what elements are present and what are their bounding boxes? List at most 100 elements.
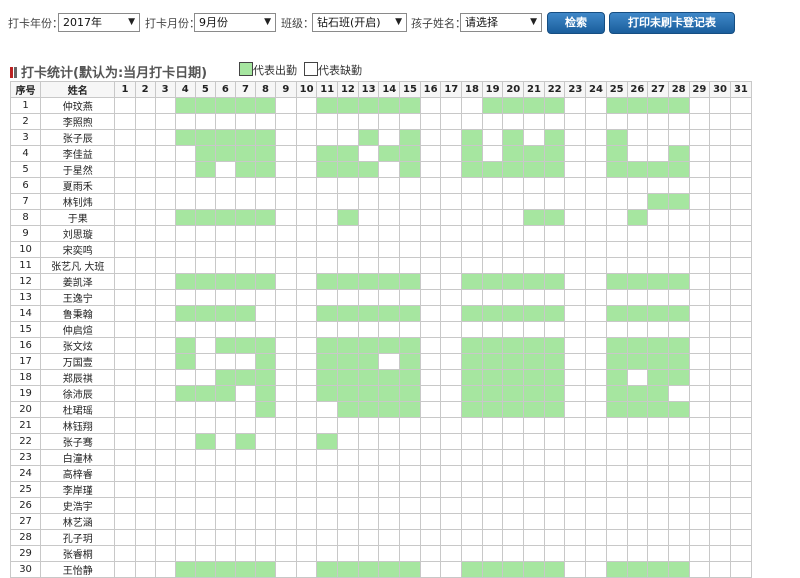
attendance-cell-absent [399,241,421,258]
attendance-cell-present [667,561,690,578]
attendance-cell-absent [357,545,380,562]
attendance-cell-absent [481,497,504,514]
attendance-cell-present [174,273,196,290]
attendance-cell-absent [729,449,753,466]
attendance-cell-absent [461,497,483,514]
attendance-cell-absent [275,481,297,498]
year-select[interactable]: 2017年 ▼ [58,13,140,32]
attendance-cell-absent [419,433,442,450]
attendance-cell-absent [626,433,649,450]
attendance-cell-absent [295,177,318,194]
class-select[interactable]: 钻石班(开启) ▼ [312,13,407,32]
attendance-cell-absent [502,481,525,498]
attendance-cell-absent [605,225,628,242]
chevron-down-icon: ▼ [264,17,271,27]
attendance-cell-present [626,385,649,402]
attendance-cell-absent [709,433,731,450]
attendance-cell-absent [481,433,504,450]
attendance-cell-absent [626,193,649,210]
attendance-cell-absent [564,129,587,146]
attendance-cell-absent [647,417,669,434]
attendance-cell-absent [295,225,318,242]
attendance-cell-present [667,337,690,354]
attendance-cell-absent [254,177,277,194]
attendance-cell-present [234,145,257,162]
row-number: 24 [9,465,42,482]
attendance-cell-absent [295,353,318,370]
attendance-cell-present [502,145,525,162]
col-header-no: 序号 [9,81,42,98]
attendance-cell-absent [523,257,545,274]
attendance-cell-absent [605,449,628,466]
attendance-cell-present [605,385,628,402]
attendance-cell-absent [378,481,401,498]
attendance-cell-absent [626,513,649,530]
attendance-cell-present [647,369,669,386]
table-row: 5 于星然 [9,161,753,178]
attendance-cell-absent [194,465,216,482]
search-button[interactable]: 检索 [547,12,605,34]
print-unswiped-button[interactable]: 打印未刷卡登记表 [609,12,735,34]
attendance-cell-present [461,129,483,146]
month-select[interactable]: 9月份 ▼ [194,13,276,32]
row-number: 30 [9,561,42,578]
attendance-cell-absent [214,401,236,418]
attendance-cell-absent [254,433,277,450]
attendance-cell-absent [214,481,236,498]
attendance-cell-absent [234,401,257,418]
attendance-cell-absent [316,497,339,514]
attendance-cell-absent [114,161,136,178]
attendance-cell-present [254,353,277,370]
attendance-cell-absent [585,161,607,178]
attendance-cell-present [626,161,649,178]
legend-present: 代表出勤 [239,62,297,78]
attendance-cell-absent [194,321,216,338]
attendance-cell-absent [254,289,277,306]
attendance-cell-absent [114,241,136,258]
attendance-cell-absent [461,113,483,130]
day-header: 23 [564,81,587,98]
attendance-cell-present [337,145,359,162]
attendance-cell-present [234,433,257,450]
attendance-cell-absent [626,289,649,306]
attendance-cell-absent [481,321,504,338]
child-select[interactable]: 请选择 ▼ [460,13,542,32]
attendance-cell-present [254,145,277,162]
attendance-cell-absent [295,209,318,226]
attendance-cell-absent [419,225,442,242]
attendance-cell-absent [419,177,442,194]
attendance-cell-absent [461,465,483,482]
attendance-cell-absent [154,401,176,418]
attendance-cell-absent [214,545,236,562]
attendance-cell-absent [419,145,442,162]
attendance-cell-absent [154,449,176,466]
attendance-cell-absent [564,161,587,178]
day-header: 30 [709,81,731,98]
attendance-cell-present [502,273,525,290]
attendance-cell-present [399,401,421,418]
attendance-cell-absent [154,545,176,562]
attendance-cell-present [647,273,669,290]
attendance-cell-absent [275,113,297,130]
attendance-cell-present [174,209,196,226]
student-name: 林艺涵 [40,513,116,530]
attendance-cell-absent [295,129,318,146]
attendance-cell-absent [378,513,401,530]
attendance-cell-absent [419,305,442,322]
attendance-cell-absent [194,545,216,562]
attendance-cell-absent [688,337,711,354]
attendance-cell-absent [605,209,628,226]
attendance-cell-absent [337,465,359,482]
attendance-cell-absent [688,449,711,466]
attendance-cell-absent [461,529,483,546]
student-name: 张睿桐 [40,545,116,562]
attendance-cell-absent [378,209,401,226]
attendance-cell-absent [688,177,711,194]
attendance-cell-absent [585,433,607,450]
attendance-cell-absent [234,529,257,546]
attendance-cell-absent [523,433,545,450]
attendance-cell-absent [709,465,731,482]
attendance-cell-present [337,369,359,386]
day-header: 2 [134,81,156,98]
attendance-cell-absent [357,465,380,482]
